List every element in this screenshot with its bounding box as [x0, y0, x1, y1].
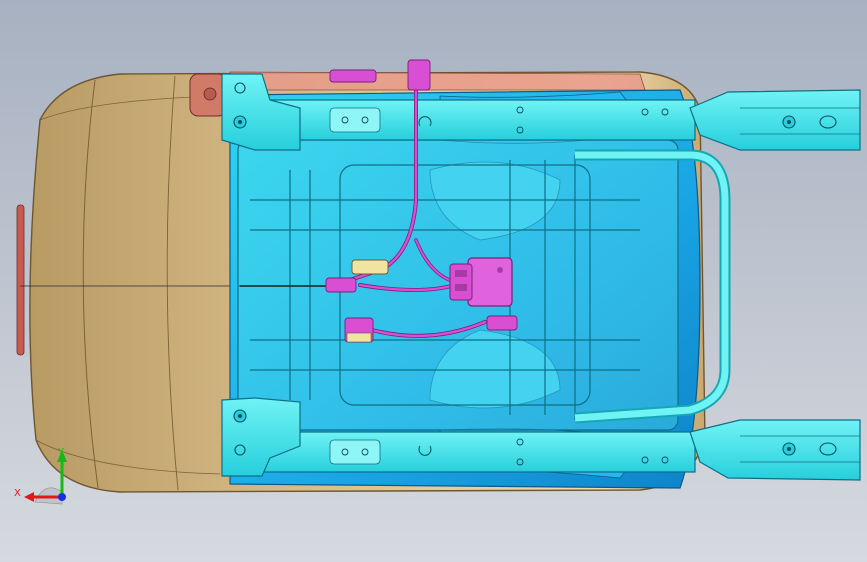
y-axis-label: Y [57, 447, 65, 458]
control-module[interactable] [449, 257, 513, 307]
x-axis-label: X [14, 488, 21, 499]
seat-assembly-model[interactable]: X Y [0, 0, 867, 562]
seat-track-top[interactable] [689, 89, 861, 151]
seat-track-bottom[interactable] [689, 419, 861, 481]
coordinate-triad: X Y [14, 447, 67, 505]
z-axis-dot [58, 493, 66, 501]
cad-viewport[interactable]: X Y [0, 0, 867, 562]
